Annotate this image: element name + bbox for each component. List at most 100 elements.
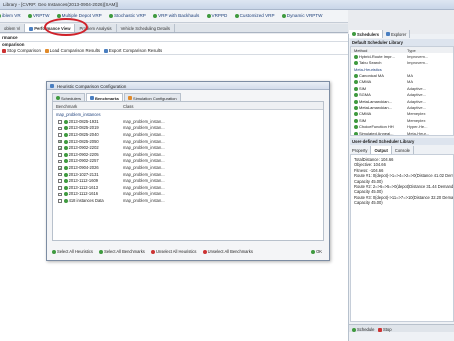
method-row[interactable]: Hybrid-Route Impr... Improvem...	[351, 53, 453, 59]
table-row[interactable]: 2013-0825-2050 map_problem_instan...	[53, 138, 323, 145]
benchmark-checkbox[interactable]	[58, 139, 62, 144]
benchmark-checkbox[interactable]	[58, 166, 62, 170]
benchmark-checkbox[interactable]	[58, 159, 62, 164]
sidebar-tab-bar: Schedulers Explorer	[349, 30, 454, 38]
table-row[interactable]: 2013-0904-2026 map_problem_instan...	[53, 164, 323, 171]
benchmark-class: map_problem_instan...	[123, 178, 165, 184]
column-header-benchmark[interactable]: Benchmark	[56, 104, 77, 109]
tab-problem-view[interactable]: oblem Vi	[0, 24, 26, 32]
select-all-benchmarks-button[interactable]: Select All Benchmarks	[99, 249, 145, 254]
benchmark-icon	[63, 146, 68, 151]
method-row[interactable]: MetaLamarckian... Adaptive...	[351, 98, 453, 104]
console-line: Route #2: 2=>6=>5=>0(depot)Distance 31.4…	[354, 184, 454, 189]
export-comparison-button[interactable]: Export Comparison Results	[103, 48, 162, 53]
tab-benchmarks[interactable]: Benchmarks	[86, 93, 124, 101]
table-row[interactable]: 2013-1112-1613 map_problem_instan...	[53, 184, 323, 191]
user-library-title: User-defined Scheduler Library	[350, 138, 454, 145]
table-row[interactable]: 2013-0825-2019 map_problem_instan...	[53, 125, 323, 132]
dialog-tab-bar: Schedulers Benchmarks Simulation Configura…	[52, 93, 182, 101]
console-line: TotalDistance: 104.66	[354, 157, 394, 162]
benchmark-checkbox[interactable]	[58, 192, 62, 197]
stop-icon	[2, 48, 6, 53]
benchmark-checkbox[interactable]	[58, 119, 62, 124]
table-row[interactable]: 2013-0902-2257 map_problem_instan...	[53, 158, 323, 165]
group-label: map_problem_instances	[56, 111, 101, 117]
load-comparison-button[interactable]: Load Comparison Results	[44, 48, 100, 53]
unselect-all-benchmarks-button[interactable]: Unselect All Benchmarks	[202, 249, 253, 254]
schedule-button[interactable]: Schedule	[352, 327, 374, 332]
table-row[interactable]: 2013-1112-1616 map_problem_instan...	[53, 191, 323, 198]
benchmark-checkbox[interactable]	[58, 133, 62, 137]
select-all-heuristics-button[interactable]: Select All Heuristics	[52, 249, 93, 254]
method-row[interactable]: SGMA Adaptive...	[351, 91, 453, 98]
column-header-class[interactable]: Class	[123, 104, 133, 109]
method-row[interactable]: Simulated Anneal... Meta-Heur...	[351, 130, 453, 135]
method-label: SGMA	[359, 92, 371, 98]
method-row[interactable]: SIM Adaptive...	[351, 85, 453, 91]
tab-explorer-view[interactable]: Explorer	[383, 30, 411, 38]
method-row[interactable]: CMMA Memeplex	[351, 111, 453, 117]
benchmark-cell: 418 instances Data	[58, 198, 104, 203]
dialog-button-bar: Select All Heuristics Select All Benchma…	[52, 249, 324, 257]
stop-button[interactable]: Stop	[377, 327, 392, 332]
toolbar-item-vrp[interactable]: iblem VR	[0, 13, 21, 18]
method-icon	[354, 125, 358, 130]
benchmark-checkbox[interactable]	[58, 199, 62, 203]
method-row[interactable]: MetaLamarckian... Adaptive...	[351, 104, 453, 110]
table-row[interactable]: 2013-0825-2040 map_problem_instan...	[53, 131, 323, 138]
benchmark-table: Benchmark Class map_problem_instances 20…	[52, 101, 324, 241]
benchmark-cell: 2013-0902-2202	[58, 145, 99, 150]
ok-button[interactable]: OK	[311, 249, 322, 254]
benchmark-checkbox[interactable]	[58, 126, 62, 131]
table-row[interactable]: 2013-0902-2205 map_problem_instan...	[53, 151, 323, 158]
benchmark-icon	[63, 192, 68, 197]
benchmark-icon	[63, 198, 68, 203]
stop-comparison-button[interactable]: Stop Comparison	[2, 48, 41, 53]
tab-output[interactable]: Output	[371, 146, 392, 154]
table-row[interactable]: 2013-0825-1931 map_problem_instan...	[53, 118, 323, 125]
toolbar-item-vrptw[interactable]: VRPTW	[27, 13, 49, 18]
table-group-row[interactable]: map_problem_instances	[53, 111, 323, 118]
tab-property[interactable]: Property	[349, 146, 372, 154]
benchmark-checkbox[interactable]	[58, 179, 62, 183]
table-row[interactable]: 418 instances Data map_problem_instan...	[53, 197, 323, 204]
method-icon	[354, 80, 358, 85]
tab-simulation-configuration[interactable]: Simulation Configuration	[124, 93, 181, 101]
benchmark-class: map_problem_instan...	[123, 197, 165, 203]
method-icon	[354, 86, 358, 91]
benchmark-cell: 2013-0825-2050	[58, 139, 99, 144]
toolbar-item-dvrptw[interactable]: Dynamic VRPTW	[281, 13, 323, 18]
tab-schedulers[interactable]: Schedulers	[52, 93, 86, 101]
benchmark-name: 2013-0825-1931	[68, 118, 99, 124]
table-row[interactable]: 2013-1112-1609 map_problem_instan...	[53, 177, 323, 184]
method-row[interactable]: ChoiceFunction HH Hyper-He...	[351, 123, 453, 130]
tab-vehicle-scheduling-details[interactable]: Vehicle Scheduling Details	[117, 24, 175, 32]
method-group-row[interactable]: Meta-Heuristics	[351, 66, 453, 72]
method-row[interactable]: Canonical MA MA	[351, 72, 453, 78]
tab-console[interactable]: Console	[392, 146, 414, 154]
method-icon	[354, 105, 358, 110]
method-name: SIM	[354, 86, 366, 91]
toolbar-item-vrppd[interactable]: VRPPD	[206, 13, 227, 18]
method-icon	[354, 93, 358, 98]
benchmark-checkbox[interactable]	[58, 146, 62, 150]
toolbar-item-svrp[interactable]: Stochastic VRP	[108, 13, 146, 18]
toolbar-item-cvrp[interactable]: Customized VRP	[234, 13, 275, 18]
benchmark-checkbox[interactable]	[58, 172, 62, 177]
method-row[interactable]: CMMA MA	[351, 79, 453, 85]
dialog-title-bar: Heuristic Comparison Configuration	[47, 82, 329, 90]
table-row[interactable]: 2013-1027-2131 map_problem_instan...	[53, 171, 323, 178]
method-label: MetaLamarckian...	[359, 104, 392, 110]
method-type: Improvem...	[407, 53, 429, 59]
tab-schedulers-view[interactable]: Schedulers	[349, 30, 384, 38]
benchmark-checkbox[interactable]	[58, 185, 62, 190]
method-type: Adaptive...	[407, 92, 426, 98]
method-row[interactable]: Tabu Search Improvem...	[351, 59, 453, 65]
toolbar-item-vrpb[interactable]: VRP with Backhauls	[153, 13, 199, 18]
table-row[interactable]: 2013-0902-2202 map_problem_instan...	[53, 144, 323, 151]
benchmark-checkbox[interactable]	[58, 152, 62, 157]
unselect-all-heuristics-button[interactable]: Unselect All Heuristics	[150, 249, 196, 254]
method-label: CMMA	[359, 79, 372, 85]
play-icon	[352, 327, 356, 332]
method-row[interactable]: SIM Memeplex	[351, 117, 453, 123]
